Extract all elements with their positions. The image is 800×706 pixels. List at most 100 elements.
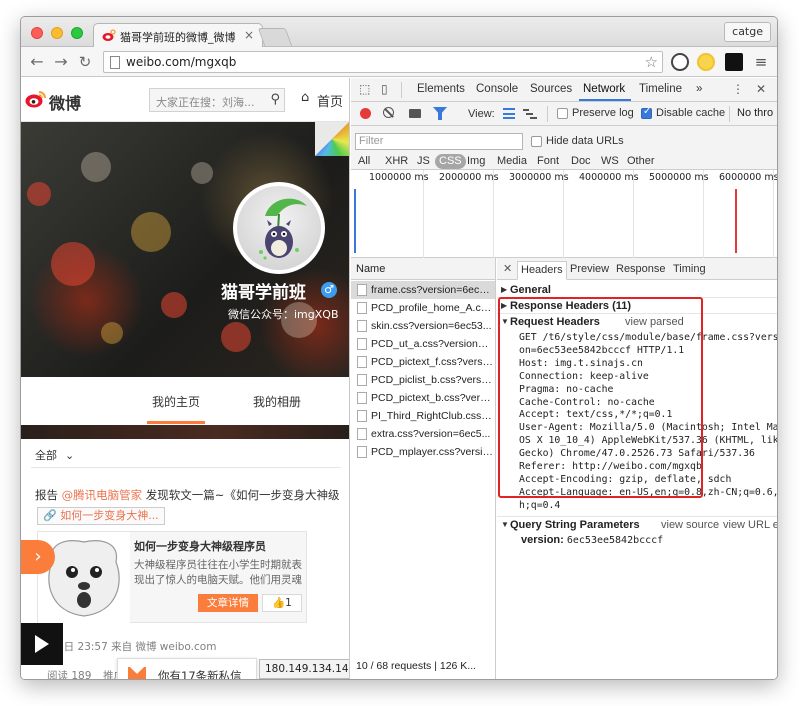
tab-elements[interactable]: Elements [417, 83, 465, 95]
network-overview[interactable]: 1000000 ms 2000000 ms 3000000 ms 4000000… [351, 170, 777, 258]
forward-arrow-icon[interactable]: → [51, 52, 71, 72]
type-filter-doc[interactable]: Doc [571, 155, 591, 167]
request-row[interactable]: PCD_pictext_b.css?versi... [351, 389, 495, 407]
request-row[interactable]: PCD_pictext_f.css?versio... [351, 353, 495, 371]
tab-network[interactable]: Network [583, 83, 625, 95]
tab-response[interactable]: Response [616, 263, 666, 275]
clear-icon[interactable] [383, 107, 394, 118]
article-card[interactable]: 如何一步变身大神级程序员 大神级程序员往往在小学生时期就表现出了惊人的电脑天赋。… [37, 531, 307, 624]
close-devtools-icon[interactable]: ✕ [756, 82, 766, 96]
section-request-headers[interactable]: ▼ Request Headers view parsed [497, 314, 777, 330]
post-mention-link[interactable]: @腾讯电脑管家 [62, 488, 143, 502]
type-filter-all[interactable]: All [358, 155, 370, 167]
request-row[interactable]: PCD_mplayer.css?versio... [351, 443, 495, 461]
type-filter-other[interactable]: Other [627, 155, 655, 167]
tab-my-album[interactable]: 我的相册 [253, 393, 301, 410]
more-options-icon[interactable]: ⋮ [732, 82, 744, 96]
section-query-string[interactable]: ▼ Query String Parameters view source vi… [497, 516, 777, 532]
filter-input[interactable]: Filter [355, 133, 523, 150]
request-name: PCD_mplayer.css?versio... [371, 446, 493, 458]
header-line: Connection: keep-alive [519, 370, 649, 382]
view-url-encoded-link[interactable]: view URL e [723, 519, 777, 531]
more-tabs-icon[interactable]: » [696, 83, 702, 95]
type-filter-font[interactable]: Font [537, 155, 559, 167]
throttling-select[interactable]: No thro [737, 107, 773, 119]
extension-info-icon[interactable] [671, 53, 689, 71]
message-notification[interactable]: 你有17条新私信 [117, 658, 257, 679]
address-bar[interactable]: weibo.com/mgxqb ☆ [103, 51, 663, 73]
post-link-pill[interactable]: 🔗 如何一步变身大神... [37, 507, 165, 525]
feed-filter-dropdown[interactable]: 全部 ⌄ [35, 447, 74, 463]
type-filter-js[interactable]: JS [417, 155, 430, 167]
view-parsed-link[interactable]: view parsed [625, 316, 684, 328]
new-tab-button[interactable] [257, 28, 293, 46]
file-icon [357, 428, 367, 440]
back-arrow-icon[interactable]: ← [27, 52, 47, 72]
section-response-headers[interactable]: ▶ Response Headers (11) [497, 298, 777, 314]
type-filter-img[interactable]: Img [467, 155, 485, 167]
search-icon[interactable]: ⚲ [270, 92, 280, 107]
request-row[interactable]: PI_Third_RightClub.css?i... [351, 407, 495, 425]
cover-bokeh [51, 242, 95, 286]
divider [729, 106, 730, 122]
preserve-log-checkbox[interactable] [557, 108, 568, 119]
type-filter-xhr[interactable]: XHR [385, 155, 408, 167]
chrome-menu-icon[interactable]: ≡ [751, 52, 771, 72]
search-placeholder: 大家正在搜：刘海... [156, 96, 255, 109]
browser-tab-weibo[interactable]: 猫哥学前班的微博_微博 × [93, 23, 263, 48]
tab-timeline[interactable]: Timeline [639, 83, 682, 95]
hide-data-urls-label: Hide data URLs [546, 135, 624, 147]
extension-yellow-icon[interactable] [697, 53, 715, 71]
disable-cache-checkbox[interactable] [641, 106, 652, 119]
device-mode-icon[interactable]: ▯ [381, 82, 388, 96]
request-row[interactable]: skin.css?version=6ec53... [351, 317, 495, 335]
tab-close-icon[interactable]: × [244, 28, 254, 42]
minimize-window-button[interactable] [51, 27, 63, 39]
header-line: User-Agent: Mozilla/5.0 (Macintosh; Inte… [519, 422, 778, 434]
tab-headers[interactable]: Headers [517, 261, 567, 280]
bookmark-star-icon[interactable]: ☆ [645, 53, 658, 71]
type-filter-ws[interactable]: WS [601, 155, 619, 167]
hide-data-urls-checkbox[interactable] [531, 136, 542, 147]
view-source-link[interactable]: view source [661, 519, 719, 531]
request-row[interactable]: PCD_profile_home_A.css... [351, 299, 495, 317]
avatar[interactable] [233, 182, 325, 274]
expand-arrow-button[interactable]: › [21, 540, 55, 574]
type-filter-css[interactable]: CSS [435, 154, 466, 169]
capture-screenshots-icon[interactable] [409, 109, 421, 118]
request-row[interactable]: PCD_piclist_b.css?versio... [351, 371, 495, 389]
zoom-window-button[interactable] [71, 27, 83, 39]
section-general[interactable]: ▶ General [497, 282, 777, 298]
type-filter-media[interactable]: Media [497, 155, 527, 167]
inspect-element-icon[interactable]: ⬚ [359, 82, 370, 96]
article-detail-button[interactable]: 文章详情 [198, 594, 258, 612]
extension-dark-icon[interactable] [725, 53, 743, 71]
close-details-icon[interactable]: ✕ [503, 262, 512, 275]
tab-console[interactable]: Console [476, 83, 518, 95]
close-window-button[interactable] [31, 27, 43, 39]
request-row[interactable]: PCD_ut_a.css?version=6... [351, 335, 495, 353]
weibo-search-input[interactable]: 大家正在搜：刘海... ⚲ [149, 88, 285, 112]
tab-timing[interactable]: Timing [673, 263, 706, 275]
header-line: Pragma: no-cache [519, 383, 614, 395]
large-rows-icon[interactable] [503, 108, 515, 119]
request-name: PI_Third_RightClub.css?i... [371, 410, 493, 422]
request-row[interactable]: frame.css?version=6ec5... [351, 281, 495, 299]
request-row[interactable]: extra.css?version=6ec5... [351, 425, 495, 443]
tab-preview[interactable]: Preview [570, 263, 609, 275]
like-button[interactable]: 👍1 [262, 594, 302, 612]
skin-switch-icon[interactable] [315, 122, 349, 156]
filter-icon[interactable] [433, 107, 447, 120]
record-icon[interactable] [360, 108, 371, 119]
home-icon[interactable]: ⌂ [301, 90, 309, 105]
reload-icon[interactable]: ↻ [75, 52, 95, 72]
weibo-logo-icon[interactable] [25, 88, 47, 110]
name-column-header[interactable]: Name [351, 258, 495, 280]
profile-button[interactable]: catge [724, 22, 771, 42]
details-tab-bar: ✕ Headers Preview Response Timing [497, 258, 777, 280]
tab-my-home[interactable]: 我的主页 [152, 393, 200, 410]
tab-sources[interactable]: Sources [530, 83, 572, 95]
video-thumbnail[interactable] [21, 623, 63, 665]
overview-icon[interactable] [523, 108, 537, 119]
home-link[interactable]: 首页 [317, 91, 343, 110]
